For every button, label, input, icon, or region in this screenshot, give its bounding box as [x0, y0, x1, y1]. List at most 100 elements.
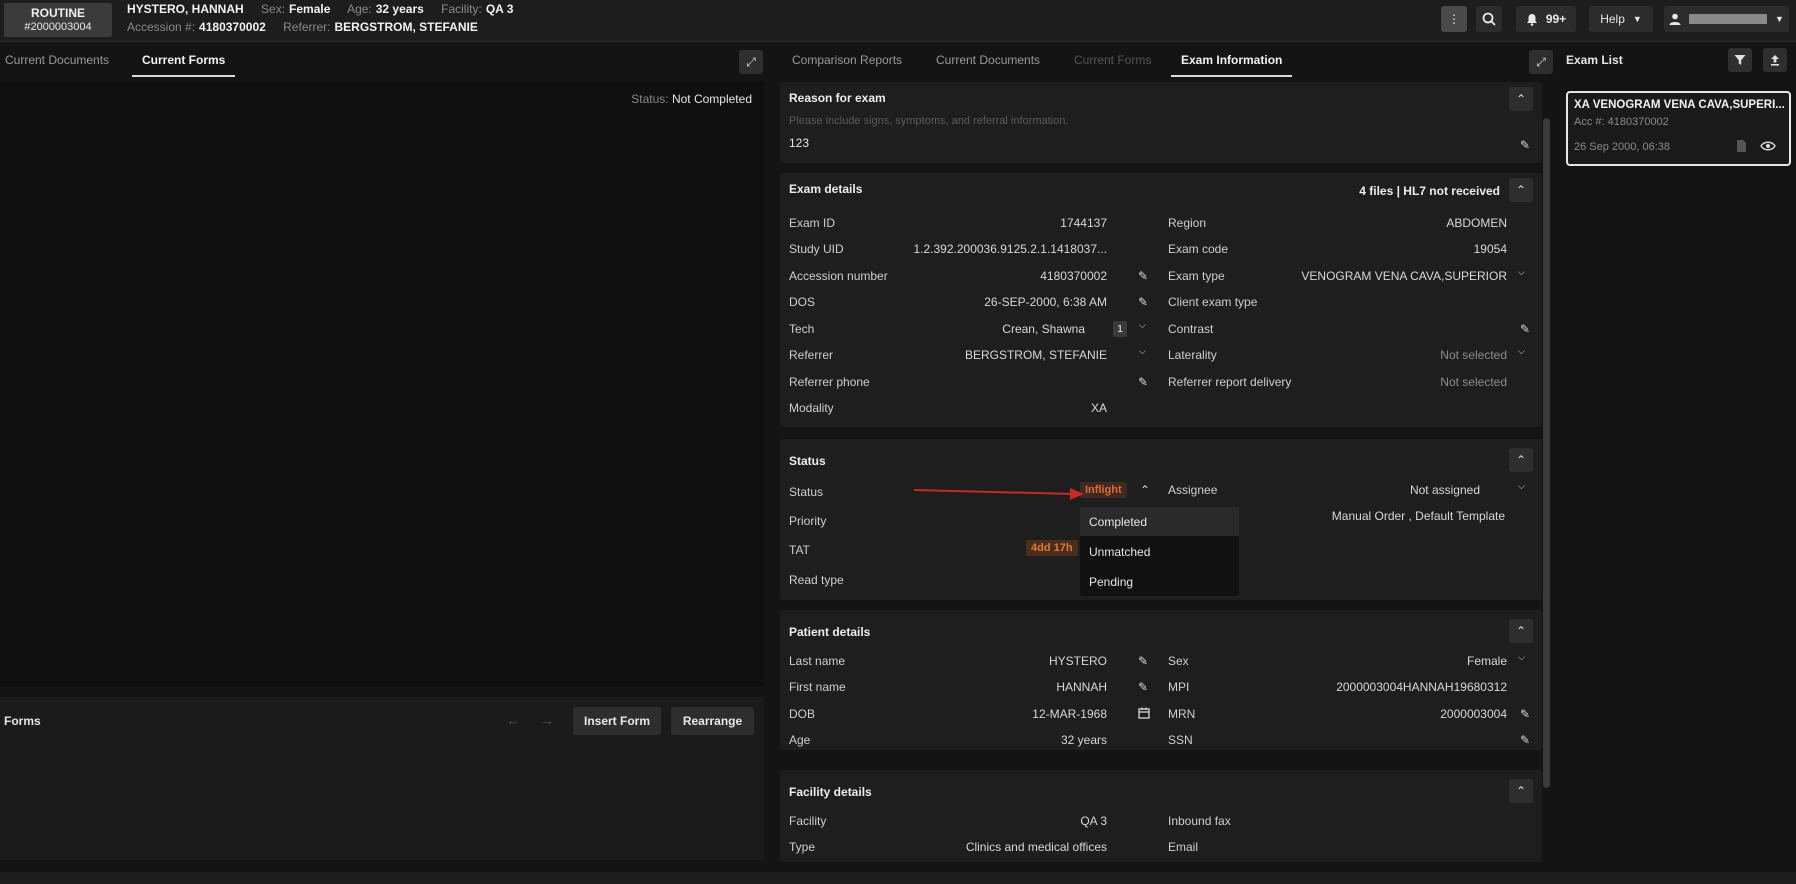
chevron-up-icon: ⌃ [1515, 784, 1527, 798]
tab-current-documents[interactable]: Current Documents [936, 53, 1040, 75]
left-tab-bar: Current Documents Current Forms ⤢ [0, 44, 766, 82]
forms-panel: Forms ← → Insert Form Rearrange [0, 697, 764, 860]
reason-card: Reason for exam ⌃ Please include signs, … [780, 82, 1542, 163]
more-menu-button[interactable]: ⋮ [1441, 6, 1467, 32]
exam-id-value: 1744137 [1060, 216, 1107, 230]
tab-comparison-reports[interactable]: Comparison Reports [792, 53, 902, 75]
exam-info-scrollbar[interactable] [1543, 118, 1550, 788]
reason-value[interactable]: 123 [789, 136, 809, 150]
filter-button[interactable] [1728, 48, 1752, 72]
insert-form-button[interactable]: Insert Form [573, 707, 661, 735]
age-label: Age [789, 733, 811, 747]
bell-icon [1526, 13, 1537, 26]
laterality-label: Laterality [1168, 348, 1217, 362]
notifications-count: 99+ [1545, 12, 1567, 26]
chevron-down-icon[interactable]: ⌵ [1139, 346, 1146, 357]
facility-label: Facility: [441, 2, 482, 16]
facility-details-title: Facility details [789, 785, 872, 799]
assignee-label: Assignee [1168, 483, 1218, 497]
referrer-phone-label: Referrer phone [789, 375, 870, 389]
tab-current-documents[interactable]: Current Documents [5, 53, 109, 75]
chevron-up-icon: ⌃ [1515, 624, 1527, 638]
notifications-button[interactable]: 99+ [1516, 6, 1576, 32]
tech-label: Tech [789, 322, 815, 336]
exam-id-label: Exam ID [789, 216, 836, 230]
inbound-fax-label: Inbound fax [1168, 814, 1231, 828]
patient-details-title: Patient details [789, 625, 871, 639]
reason-placeholder: Please include signs, symptoms, and refe… [789, 115, 1069, 127]
exam-item-title: XA VENOGRAM VENA CAVA,SUPERI... [1574, 99, 1784, 111]
tab-current-forms[interactable]: Current Forms [132, 53, 236, 77]
bottom-status-bar [0, 872, 1796, 884]
pencil-icon[interactable]: ✎ [1520, 733, 1530, 747]
accession-number-label: Accession number [789, 269, 888, 283]
status-option-completed[interactable]: Completed [1080, 507, 1239, 536]
pencil-icon[interactable]: ✎ [1520, 707, 1530, 721]
help-button[interactable]: Help ▼ [1589, 6, 1653, 32]
form-status: Status: Not Completed [631, 92, 752, 106]
user-menu-button[interactable]: ▼ [1664, 6, 1789, 32]
collapse-facility-button[interactable]: ⌃ [1509, 779, 1533, 803]
expand-middle-button[interactable]: ⤢ [1529, 50, 1553, 74]
chevron-down-icon[interactable]: ⌵ [1518, 267, 1525, 278]
first-name-value: HANNAH [1056, 680, 1107, 694]
pencil-icon[interactable]: ✎ [1138, 295, 1148, 309]
priority-box: ROUTINE #2000003004 [4, 3, 112, 37]
priority-label: ROUTINE [31, 6, 85, 20]
referrer-report-delivery-value: Not selected [1440, 375, 1507, 389]
region-value: ABDOMEN [1446, 216, 1507, 230]
arrow-right-icon[interactable]: → [540, 712, 554, 728]
patient-name: HYSTERO, HANNAH [127, 2, 244, 16]
chevron-down-icon[interactable]: ⌵ [1518, 481, 1525, 492]
pencil-icon[interactable]: ✎ [1520, 138, 1530, 152]
ssn-label: SSN [1168, 733, 1193, 747]
search-icon [1482, 12, 1496, 26]
facility-type-value: Clinics and medical offices [965, 840, 1107, 854]
reason-title: Reason for exam [789, 91, 886, 105]
study-uid-value: 1.2.392.200036.9125.2.1.1418037... [913, 242, 1107, 256]
pencil-icon[interactable]: ✎ [1138, 375, 1148, 389]
exam-list-item[interactable]: XA VENOGRAM VENA CAVA,SUPERI... Acc #: 4… [1566, 91, 1791, 166]
accession-number-value: 4180370002 [1040, 269, 1107, 283]
pencil-icon[interactable]: ✎ [1138, 654, 1148, 668]
expand-icon: ⤢ [746, 54, 756, 69]
chevron-up-icon[interactable]: ⌃ [1140, 483, 1150, 497]
laterality-value: Not selected [1440, 348, 1507, 362]
pencil-icon[interactable]: ✎ [1520, 322, 1530, 336]
rearrange-button[interactable]: Rearrange [671, 707, 754, 735]
study-uid-label: Study UID [789, 242, 844, 256]
dob-label: DOB [789, 707, 816, 721]
pencil-icon[interactable]: ✎ [1138, 680, 1148, 694]
pencil-icon[interactable]: ✎ [1138, 269, 1148, 283]
tab-current-forms[interactable]: Current Forms [1074, 53, 1151, 75]
collapse-patient-button[interactable]: ⌃ [1509, 619, 1533, 643]
status-option-pending[interactable]: Pending [1080, 567, 1239, 596]
status-option-unmatched[interactable]: Unmatched [1080, 537, 1239, 566]
mrn-value: 2000003004 [1440, 707, 1507, 721]
tab-exam-information[interactable]: Exam Information [1171, 53, 1293, 77]
annotation-arrow [913, 488, 1084, 500]
collapse-status-button[interactable]: ⌃ [1509, 448, 1533, 472]
document-icon[interactable] [1736, 139, 1747, 153]
status-badge[interactable]: Inflight [1080, 482, 1127, 498]
facility-label: Facility [789, 814, 827, 828]
calendar-icon[interactable] [1138, 707, 1150, 719]
expand-left-button[interactable]: ⤢ [739, 50, 763, 74]
upload-button[interactable] [1763, 48, 1787, 72]
collapse-reason-button[interactable]: ⌃ [1509, 87, 1533, 111]
exam-details-title: Exam details [789, 182, 863, 196]
files-info: 4 files | HL7 not received [1359, 184, 1500, 198]
tech-value: Crean, Shawna [1002, 322, 1085, 336]
form-status-value: Not Completed [671, 92, 752, 106]
eye-icon[interactable] [1760, 141, 1776, 151]
dos-value: 26-SEP-2000, 6:38 AM [984, 295, 1107, 309]
exam-info-scroll[interactable]: Reason for exam ⌃ Please include signs, … [780, 82, 1548, 862]
chevron-up-icon: ⌃ [1515, 183, 1527, 197]
chevron-down-icon[interactable]: ⌵ [1518, 652, 1525, 663]
search-button[interactable] [1476, 6, 1502, 32]
chevron-down-icon[interactable]: ⌵ [1139, 320, 1146, 331]
arrow-left-icon[interactable]: ← [506, 712, 520, 728]
chevron-down-icon[interactable]: ⌵ [1518, 346, 1525, 357]
status-title: Status [789, 454, 826, 468]
collapse-exam-details-button[interactable]: ⌃ [1509, 178, 1533, 202]
